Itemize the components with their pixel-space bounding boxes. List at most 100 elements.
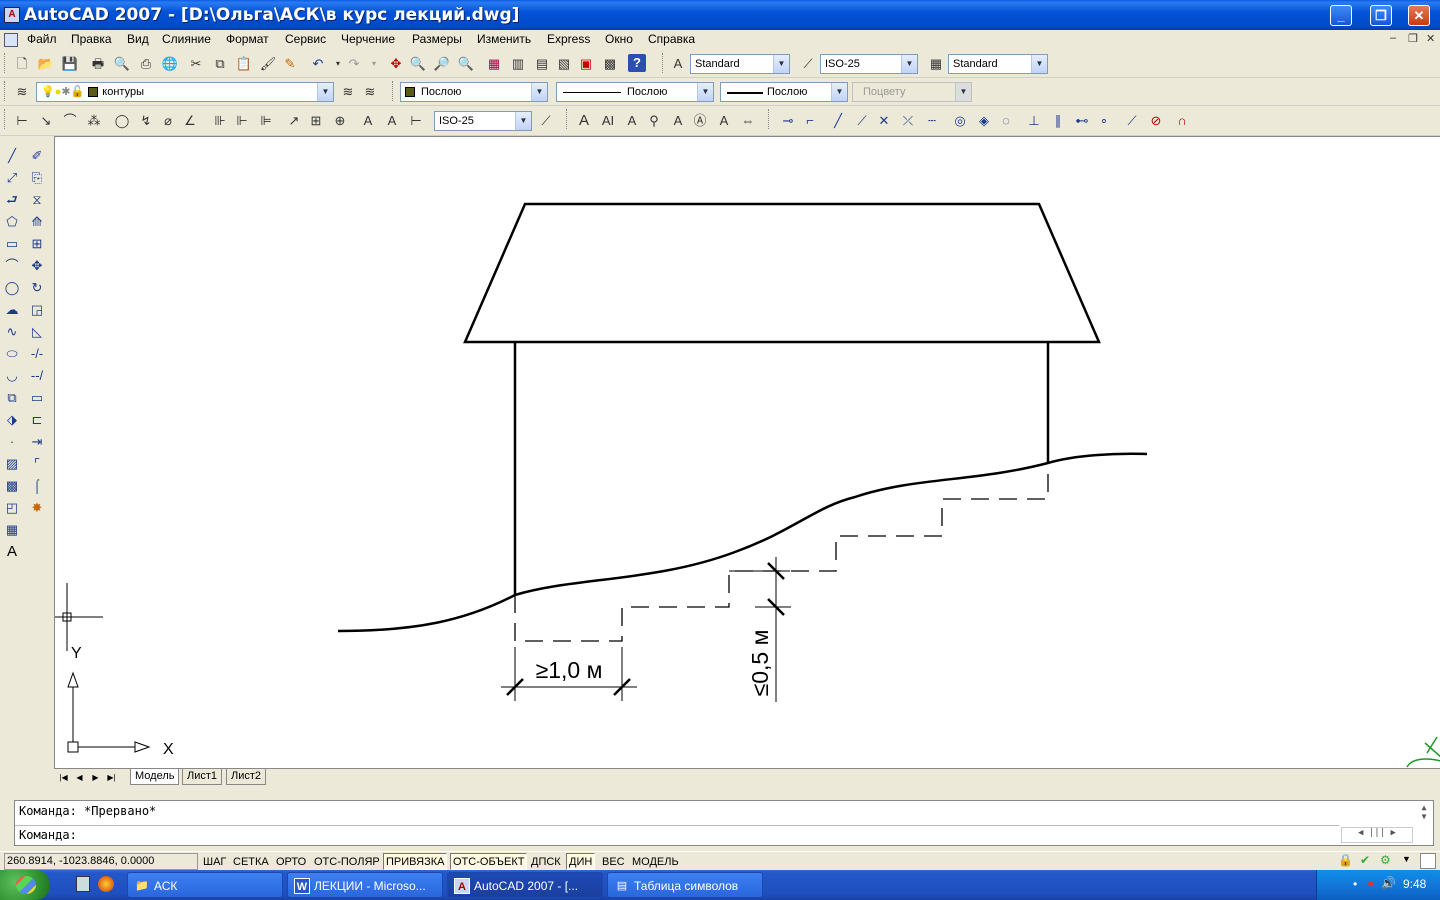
linetype-combo[interactable]: Послою ▼ bbox=[556, 82, 714, 102]
polygon-icon[interactable]: ⬠ bbox=[2, 212, 22, 232]
drawing-canvas[interactable]: ≥1,0 м ≤0,5 м X Y bbox=[54, 136, 1440, 768]
make-object-layer-current-icon[interactable]: ≋ bbox=[338, 82, 358, 102]
osnap-toggle[interactable]: ПРИВЯЗКА bbox=[383, 853, 448, 870]
trusted-icon[interactable]: ✔ bbox=[1360, 853, 1370, 867]
dim-text-horizontal[interactable]: ≥1,0 м bbox=[536, 657, 603, 683]
menu-file[interactable]: Файл bbox=[27, 32, 57, 46]
mirror-icon[interactable]: ⧖ bbox=[27, 190, 47, 210]
toolbar-grip[interactable] bbox=[4, 53, 7, 73]
text-style-edit-icon[interactable]: A bbox=[668, 111, 688, 131]
layer-combo[interactable]: 💡●✱🔓 контуры ▼ bbox=[36, 82, 334, 102]
zoom-window-icon[interactable]: 🔎 bbox=[432, 54, 452, 74]
polar-toggle[interactable]: ОТС-ПОЛЯР bbox=[311, 853, 383, 870]
arc-icon[interactable]: ⌒ bbox=[2, 256, 22, 276]
rotate-icon[interactable]: ↻ bbox=[27, 278, 47, 298]
communication-center-icon[interactable] bbox=[1406, 736, 1440, 768]
minimize-button[interactable]: _ bbox=[1330, 5, 1352, 26]
jogged-dimension-icon[interactable]: ↯ bbox=[136, 111, 156, 131]
task-ask[interactable]: 📁 АСК bbox=[127, 872, 283, 898]
color-combo[interactable]: Послою ▼ bbox=[400, 82, 548, 102]
last-tab-icon[interactable]: ▶| bbox=[104, 771, 119, 784]
explode-icon[interactable]: ✸ bbox=[27, 498, 47, 518]
menu-format[interactable]: Формат bbox=[226, 32, 269, 46]
snap-from-icon[interactable]: ⌐ bbox=[800, 111, 820, 131]
circle-icon[interactable]: ◯ bbox=[2, 278, 22, 298]
plot-icon[interactable]: 🖶 bbox=[88, 54, 108, 74]
ducs-toggle[interactable]: ДПСК bbox=[528, 853, 564, 870]
gradient-icon[interactable]: ▩ bbox=[2, 476, 22, 496]
snap-none-icon[interactable]: ⊘ bbox=[1146, 111, 1166, 131]
menu-modify[interactable]: Изменить bbox=[477, 32, 531, 46]
doc-minimize-button[interactable]: – bbox=[1390, 32, 1396, 44]
center-mark-icon[interactable]: ⊕ bbox=[330, 111, 350, 131]
open-file-icon[interactable]: 📂 bbox=[36, 54, 56, 74]
make-block-icon[interactable]: ⬗ bbox=[2, 410, 22, 430]
lock-toolbar-icon[interactable]: 🔒 bbox=[1338, 853, 1353, 867]
ordinate-dimension-icon[interactable]: ⁂ bbox=[84, 111, 104, 131]
block-editor-icon[interactable]: ✎ bbox=[280, 54, 300, 74]
linear-dimension-icon[interactable]: ⊢ bbox=[12, 111, 32, 131]
move-icon[interactable]: ✥ bbox=[27, 256, 47, 276]
task-word[interactable]: W ЛЕКЦИИ - Microso... bbox=[287, 872, 443, 898]
join-icon[interactable]: ⇥ bbox=[27, 432, 47, 452]
status-menu-icon[interactable]: ▼ bbox=[1402, 854, 1411, 864]
clock[interactable]: 9:48 bbox=[1403, 877, 1426, 891]
tab-layout2[interactable]: Лист2 bbox=[226, 769, 267, 785]
dimension-update-icon[interactable]: ⊢ bbox=[406, 111, 426, 131]
document-icon[interactable] bbox=[4, 33, 18, 47]
doc-restore-button[interactable]: ❐ bbox=[1408, 32, 1418, 45]
tab-layout1[interactable]: Лист1 bbox=[182, 769, 223, 785]
tolerance-icon[interactable]: ⊞ bbox=[306, 111, 326, 131]
revision-cloud-icon[interactable]: ☁ bbox=[2, 300, 22, 320]
quick-dimension-icon[interactable]: ⊪ bbox=[210, 111, 230, 131]
ellipse-icon[interactable]: ⬭ bbox=[2, 344, 22, 364]
find-replace-icon[interactable]: ⚲ bbox=[644, 111, 664, 131]
table-style-combo[interactable]: Standard ▼ bbox=[948, 54, 1048, 74]
quicklaunch-icon[interactable] bbox=[76, 876, 90, 892]
snap-toggle[interactable]: ШАГ bbox=[200, 853, 229, 870]
dimension-style-combo[interactable]: ISO-25 ▼ bbox=[434, 111, 532, 131]
scale-text-icon[interactable]: Ⓐ bbox=[690, 111, 710, 131]
diameter-dimension-icon[interactable]: ⌀ bbox=[158, 111, 178, 131]
table-icon[interactable]: ▦ bbox=[2, 520, 22, 540]
snap-apparent-intersection-icon[interactable]: ⤫ bbox=[898, 111, 918, 131]
layer-previous-icon[interactable]: ≋ bbox=[360, 82, 380, 102]
ortho-toggle[interactable]: ОРТО bbox=[273, 853, 309, 870]
extend-icon[interactable]: --/ bbox=[27, 366, 47, 386]
publish-icon[interactable]: ⎙ bbox=[136, 54, 156, 74]
angular-dimension-icon[interactable]: ∠ bbox=[180, 111, 200, 131]
line-icon[interactable]: ╱ bbox=[2, 146, 22, 166]
baseline-dimension-icon[interactable]: ⊩ bbox=[232, 111, 252, 131]
spline-icon[interactable]: ∿ bbox=[2, 322, 22, 342]
layer-manager-icon[interactable]: ≋ bbox=[12, 82, 32, 102]
cut-icon[interactable]: ✂ bbox=[186, 54, 206, 74]
ellipse-arc-icon[interactable]: ◡ bbox=[2, 366, 22, 386]
chamfer-icon[interactable]: ⌜ bbox=[27, 454, 47, 474]
save-icon[interactable]: 💾 bbox=[60, 54, 80, 74]
network-icon[interactable]: • bbox=[1353, 877, 1357, 891]
dimension-text-edit-icon[interactable]: A bbox=[382, 111, 402, 131]
autocad-app-icon[interactable]: A bbox=[4, 7, 20, 23]
fillet-icon[interactable]: ⌠ bbox=[27, 476, 47, 496]
plot-preview-icon[interactable]: 🔍 bbox=[112, 54, 132, 74]
break-icon[interactable]: ⊏ bbox=[27, 410, 47, 430]
roof-outline[interactable] bbox=[463, 202, 1101, 344]
chevron-down-icon[interactable]: ▼ bbox=[317, 83, 333, 101]
snap-parallel-icon[interactable]: ∥ bbox=[1048, 111, 1068, 131]
task-autocad[interactable]: A AutoCAD 2007 - [... bbox=[447, 872, 603, 898]
dim-text-vertical[interactable]: ≤0,5 м bbox=[747, 630, 773, 697]
volume-icon[interactable]: 🔊 bbox=[1381, 876, 1396, 890]
point-icon[interactable]: · bbox=[2, 432, 22, 452]
snap-extension-icon[interactable]: ┄ bbox=[922, 111, 942, 131]
maximize-button[interactable]: ❐ bbox=[1370, 5, 1392, 26]
publish-web-icon[interactable]: 🌐 bbox=[160, 54, 180, 74]
chevron-down-icon[interactable]: ▼ bbox=[515, 112, 531, 130]
snap-nearest-icon[interactable]: ⟋ bbox=[1122, 111, 1142, 131]
lineweight-combo[interactable]: Послою ▼ bbox=[720, 82, 848, 102]
chevron-down-icon[interactable]: ▼ bbox=[901, 55, 917, 73]
trim-icon[interactable]: -/- bbox=[27, 344, 47, 364]
paste-icon[interactable]: 📋 bbox=[234, 54, 254, 74]
table-style-icon[interactable]: ▦ bbox=[926, 54, 946, 74]
pan-icon[interactable]: ✥ bbox=[386, 54, 406, 74]
quick-leader-icon[interactable]: ↗ bbox=[284, 111, 304, 131]
